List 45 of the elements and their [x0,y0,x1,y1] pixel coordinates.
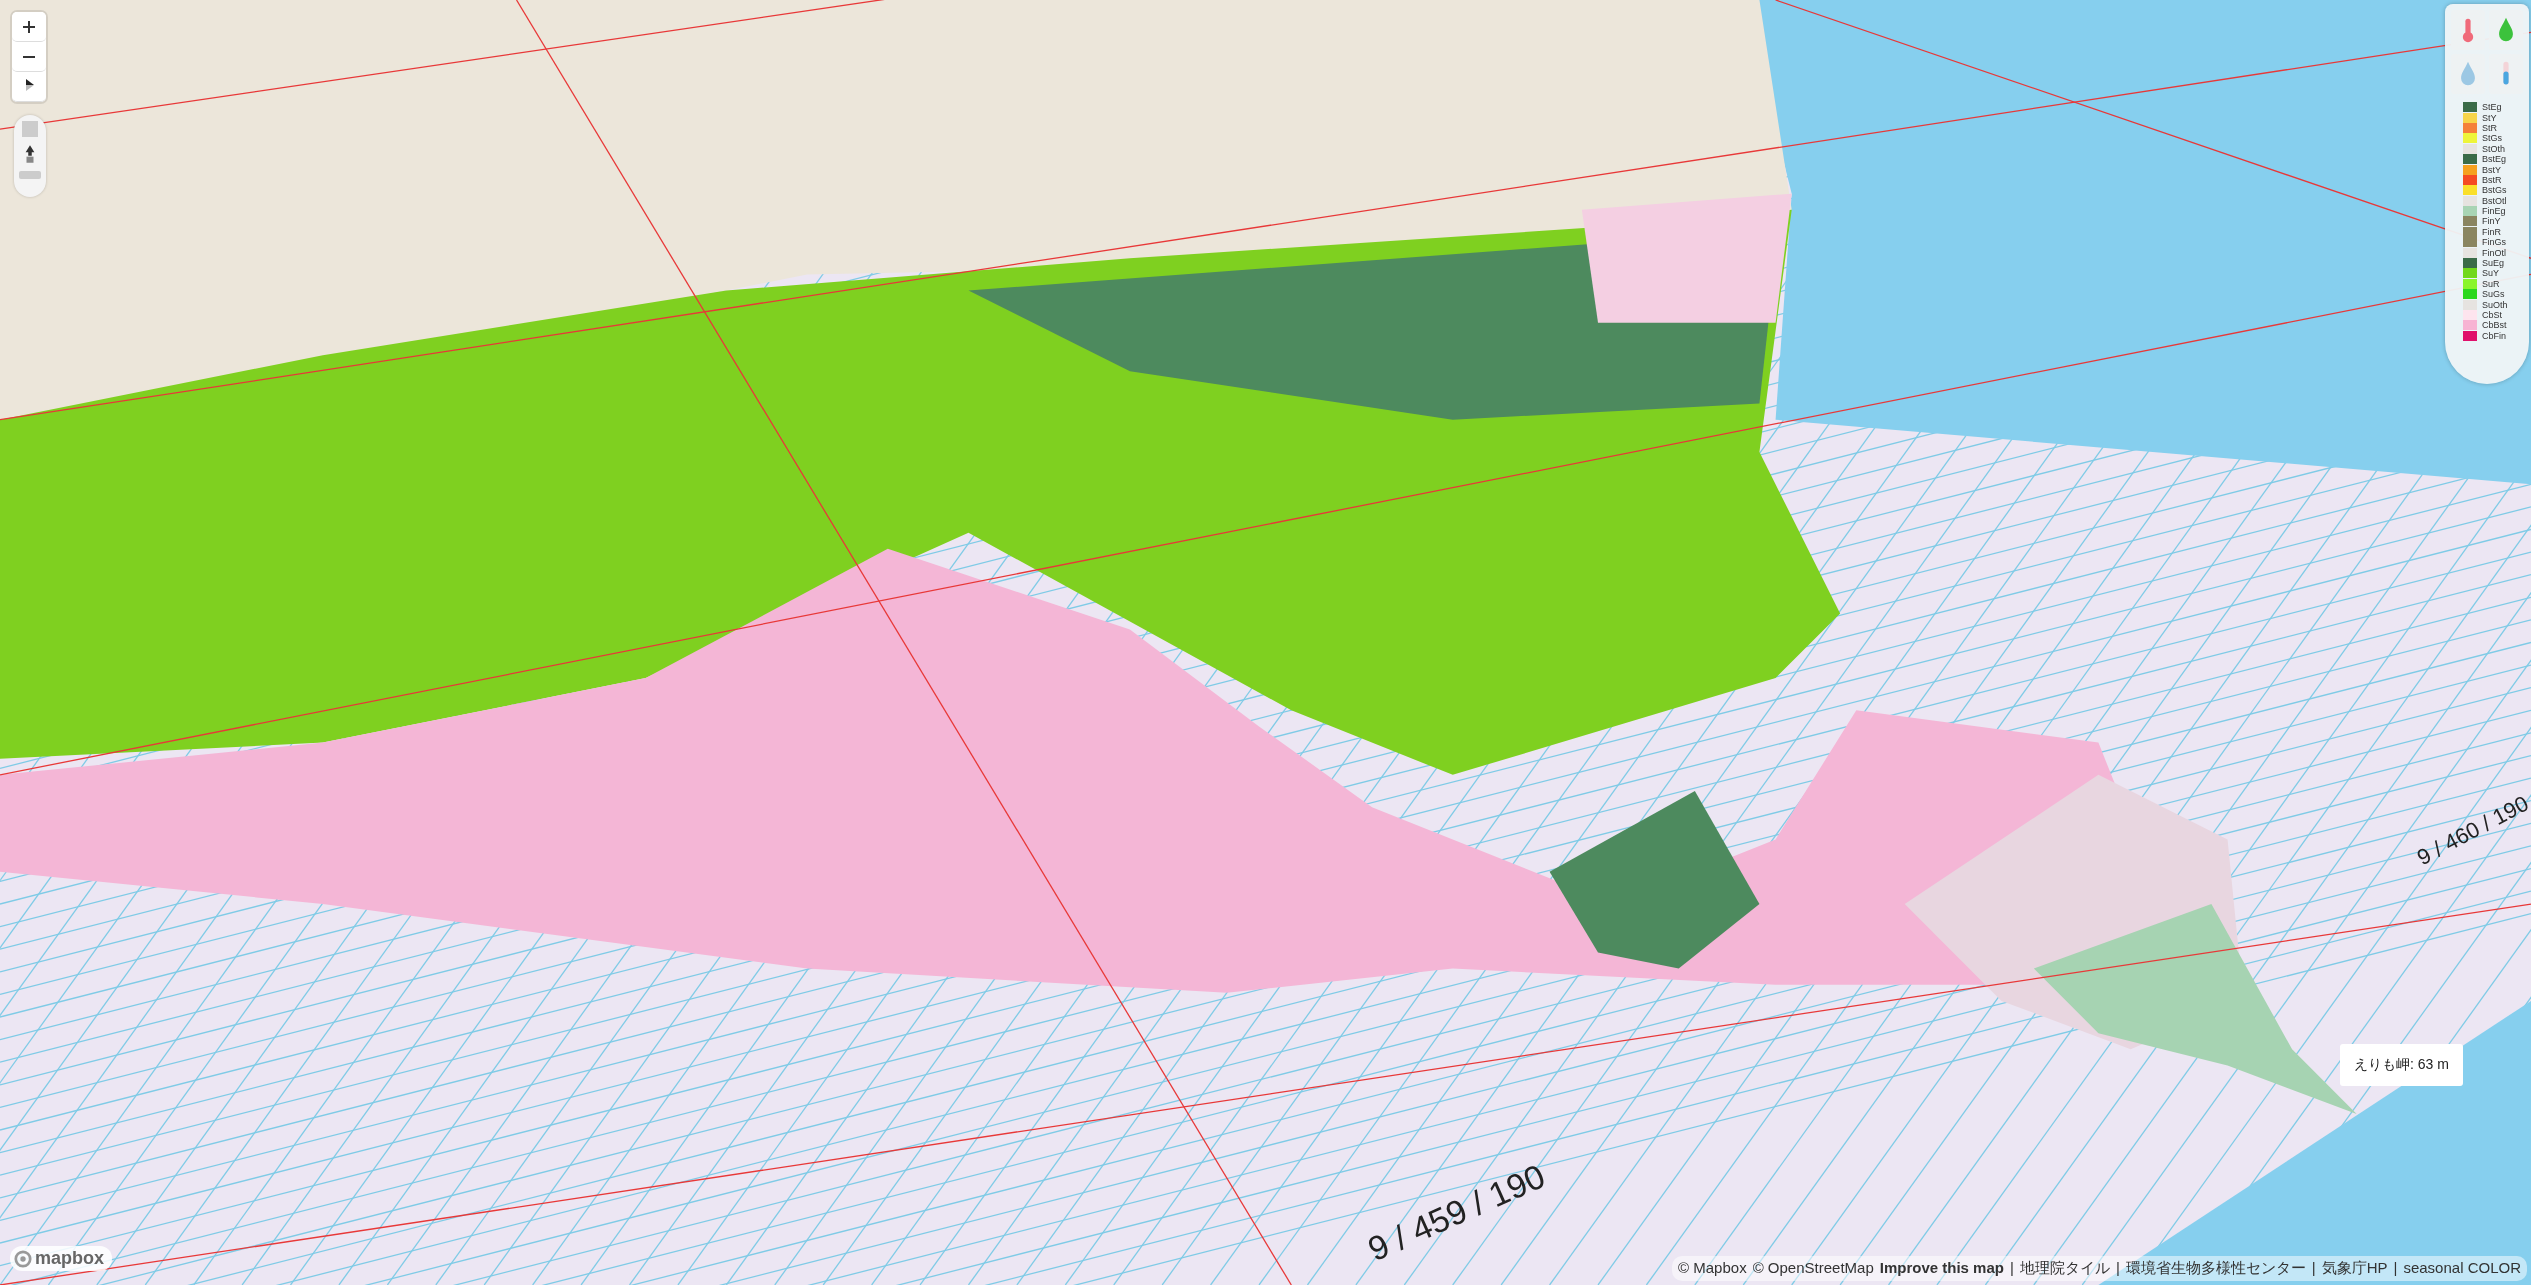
tile-label: 9 / 459 / 190 [1362,1156,1551,1269]
attribution-link[interactable]: © Mapbox [1678,1259,1747,1278]
legend-label: BstGs [2482,185,2507,196]
separator: | [2115,1259,2120,1278]
drop-icon [2497,17,2515,43]
legend-label: BstEg [2482,154,2506,165]
attribution-link[interactable]: 気象庁HP [2321,1259,2388,1278]
legend-label: SuR [2482,278,2500,289]
pitch-control[interactable] [14,115,46,197]
separator: | [2311,1259,2316,1278]
attribution-link[interactable]: 地理院タイル [2019,1259,2110,1278]
legend-label: CbSt [2482,310,2502,320]
attribution-link[interactable]: seasonal COLOR [2403,1259,2521,1278]
legend-label: BstOtl [2482,195,2507,206]
legend-label: FinOtl [2482,247,2506,258]
zoom-in-button[interactable] [12,12,46,42]
legend-label: SuEg [2482,258,2505,269]
legend-label: StOth [2482,143,2505,154]
elevation-tooltip: えりも岬: 63 m [2340,1044,2463,1086]
legend-label: StR [2482,122,2497,133]
logo-icon [14,1249,32,1268]
legend-label: StGs [2482,133,2502,144]
legend-label: CbBst [2482,320,2507,331]
tile-label: 9 / 460 / 190 [2412,790,2531,871]
improve-map-link[interactable]: Improve this map [1879,1259,2004,1278]
legend-label: FinR [2482,226,2501,237]
legend-label: CbFin [2482,330,2506,341]
legend-label: FinGs [2482,237,2506,248]
legend-label: StY [2482,112,2497,123]
square-icon [22,121,38,137]
legend-label: BstR [2482,174,2502,185]
separator: | [2393,1259,2398,1278]
attribution-link[interactable]: © OpenStreetMap [1752,1259,1874,1278]
legend-label: FinY [2482,216,2501,227]
arrow-icon [23,143,37,165]
legend-label: SuY [2482,268,2499,279]
attribution-link[interactable]: 環境省生物多様性センター [2125,1259,2306,1278]
separator: | [2009,1259,2014,1278]
plane-icon [19,171,41,179]
legend-label: BstY [2482,164,2501,175]
drop-icon [2459,61,2477,87]
legend-label: StEg [2482,102,2502,113]
legend-label: SuGs [2482,289,2505,300]
legend-label: SuOth [2482,299,2508,310]
legend-label: FinEg [2482,206,2506,217]
